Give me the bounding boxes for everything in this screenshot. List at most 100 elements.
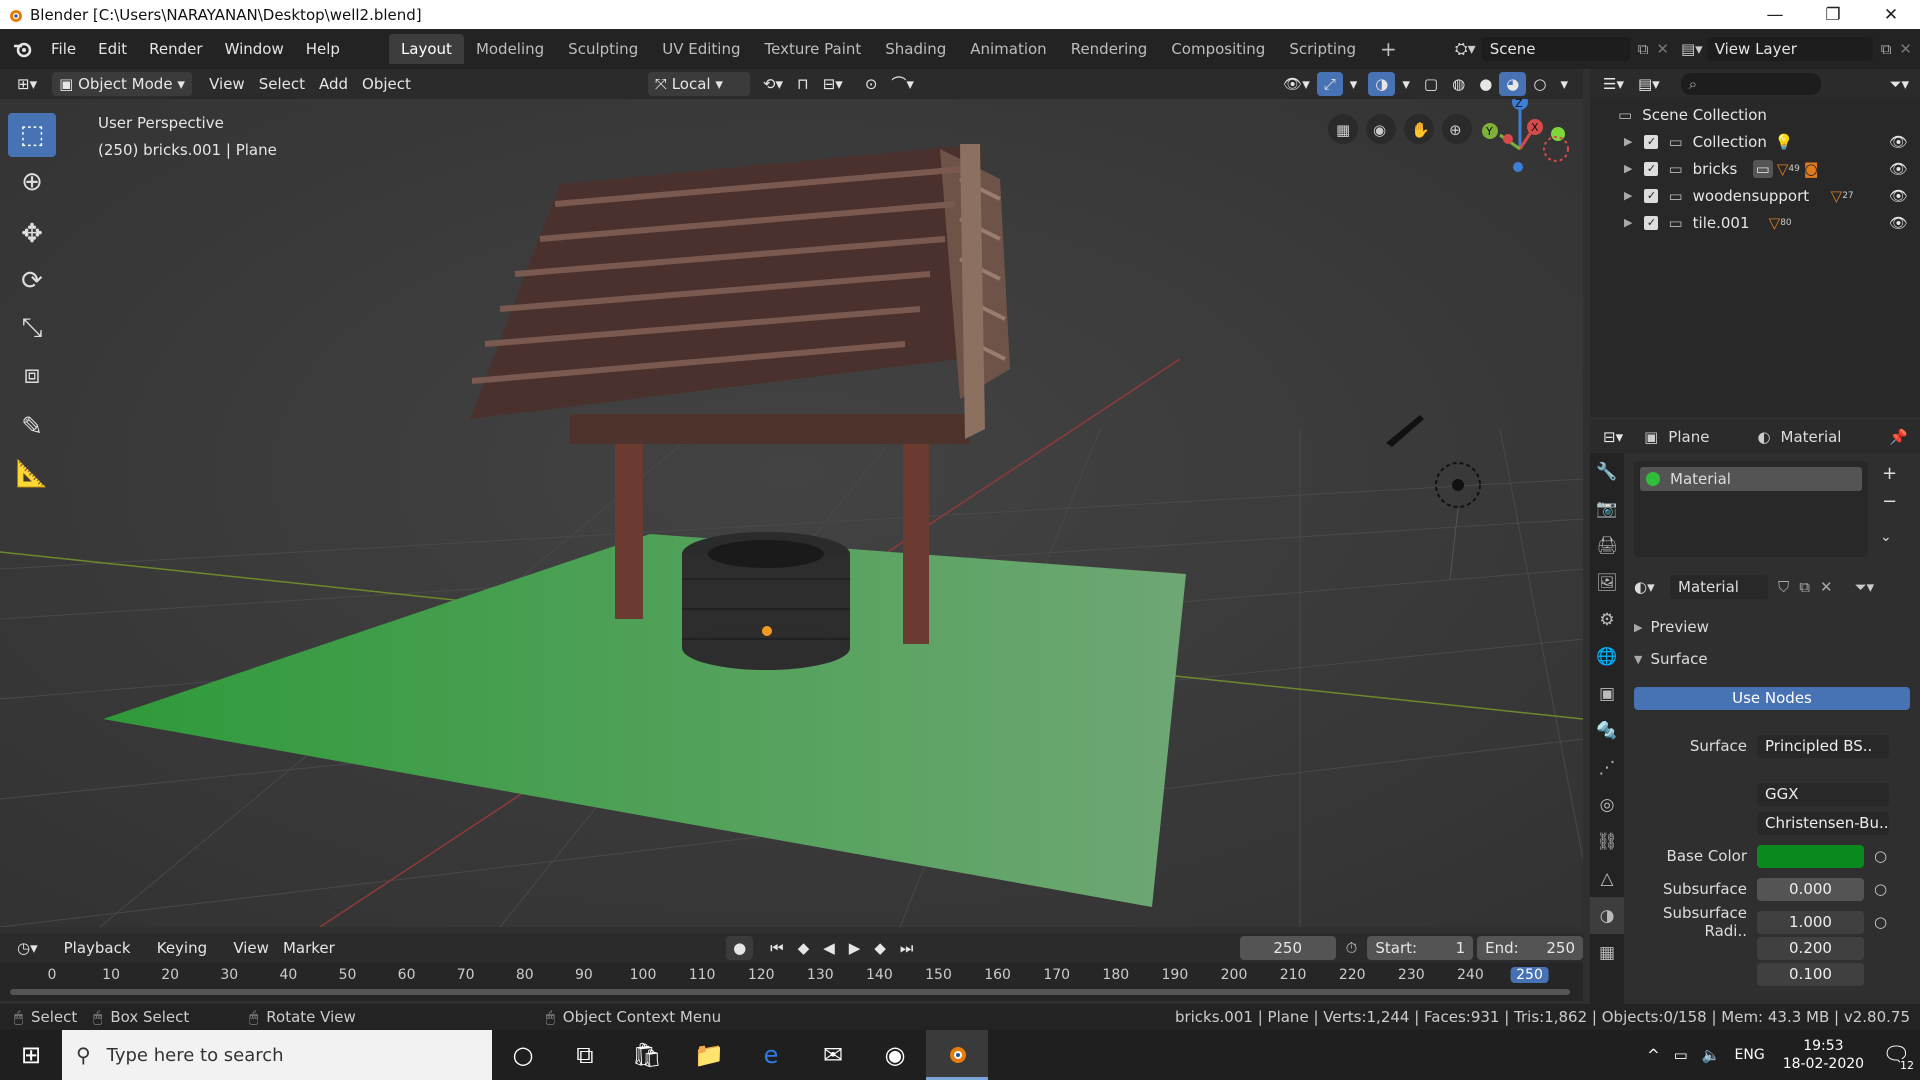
subsurface-radius-z[interactable]: 0.100 <box>1757 962 1864 986</box>
annotate-tool-icon[interactable]: ✎ <box>8 405 56 449</box>
new-view-layer-icon[interactable]: ⧉ <box>1881 40 1892 58</box>
properties-editor-type-icon[interactable]: ⊟▾ <box>1596 425 1630 449</box>
material-slot-item[interactable]: Material <box>1640 467 1862 491</box>
output-tab-icon[interactable]: 🖨 <box>1590 527 1624 564</box>
object-mode-dropdown[interactable]: ▣ Object Mode ▾ <box>52 72 193 96</box>
slot-specials-icon[interactable]: ⌄ <box>1880 529 1892 545</box>
scene-browse-icon[interactable]: ⛭▾ <box>1455 39 1476 59</box>
delete-view-layer-icon[interactable]: ✕ <box>1899 40 1912 58</box>
transform-tool-icon[interactable]: ⧈ <box>8 353 56 397</box>
fake-user-icon[interactable]: ⛉ <box>1778 578 1789 596</box>
unlink-material-icon[interactable]: ✕ <box>1820 578 1833 596</box>
distribution-dropdown[interactable]: GGX <box>1757 782 1889 806</box>
jump-end-icon[interactable]: ⏭ <box>893 936 921 960</box>
use-nodes-button[interactable]: Use Nodes <box>1634 687 1910 710</box>
blender-menu-icon[interactable] <box>12 38 34 60</box>
exclude-checkbox[interactable]: ✓ <box>1644 134 1659 149</box>
exclude-checkbox[interactable]: ✓ <box>1644 215 1659 230</box>
file-explorer-icon[interactable]: 📁 <box>678 1030 740 1080</box>
chrome-icon[interactable]: ◉ <box>864 1030 926 1080</box>
tab-compositing[interactable]: Compositing <box>1159 34 1277 64</box>
timeline-editor-type-icon[interactable]: ◷▾ <box>10 936 45 960</box>
close-button[interactable]: ✕ <box>1862 5 1920 25</box>
battery-icon[interactable]: ▭ <box>1674 1046 1688 1064</box>
material-slot-list[interactable]: Material <box>1634 461 1868 557</box>
outliner-filter-icon[interactable]: ⏷▾ <box>1882 72 1916 96</box>
new-scene-icon[interactable]: ⧉ <box>1638 40 1649 58</box>
record-icon[interactable]: ● <box>726 936 754 960</box>
tab-scripting[interactable]: Scripting <box>1277 34 1368 64</box>
outliner-display-mode-icon[interactable]: ▤▾ <box>1631 72 1667 96</box>
pan-hand-icon[interactable]: ✋ <box>1411 121 1430 139</box>
transform-orientation-dropdown[interactable]: ⤧ Local ▾ <box>647 72 750 96</box>
add-slot-icon[interactable]: + <box>1882 463 1897 484</box>
notification-center-icon[interactable]: 🗨 12 <box>1882 1043 1914 1072</box>
snap-toggle-icon[interactable]: ⊓ <box>790 72 816 96</box>
menu-file[interactable]: File <box>40 35 87 63</box>
world-tab-icon[interactable]: 🌐 <box>1590 638 1624 675</box>
outliner-item-tile-001[interactable]: ▶ ✓ ▭ tile.001 ▽ 80 👁 <box>1590 209 1920 236</box>
proportional-falloff-icon[interactable]: ⌒▾ <box>884 72 921 96</box>
view-layer-field[interactable]: View Layer <box>1706 37 1873 61</box>
mail-icon[interactable]: ✉ <box>802 1030 864 1080</box>
start-frame-field[interactable]: Start: 1 <box>1367 936 1474 960</box>
add-workspace-icon[interactable]: + <box>1368 34 1409 64</box>
menu-playback[interactable]: Playback ▾ <box>57 936 150 981</box>
play-icon[interactable]: ▶ <box>842 936 868 960</box>
material-preview-icon[interactable]: ◕ <box>1499 72 1527 96</box>
overlay-toggle-icon[interactable]: ◑ <box>1368 72 1396 96</box>
menu-add[interactable]: Add <box>312 72 355 96</box>
menu-object[interactable]: Object <box>355 72 418 96</box>
tab-sculpting[interactable]: Sculpting <box>556 34 650 64</box>
texture-tab-icon[interactable]: ▦ <box>1590 934 1624 971</box>
grid-view-icon[interactable]: ▦ <box>1336 121 1350 139</box>
preview-panel-header[interactable]: ▶ Preview <box>1634 614 1920 640</box>
outliner-search-input[interactable]: ⌕ <box>1680 73 1821 95</box>
expand-arrow-icon[interactable]: ▶ <box>1624 135 1632 148</box>
well-bricks[interactable] <box>682 532 850 670</box>
taskbar-search-box[interactable]: ⚲ Type here to search <box>62 1030 492 1080</box>
subsurface-radius-link-icon[interactable]: ○ <box>1874 913 1887 931</box>
jump-keyframe-forward-icon[interactable]: ◆ <box>867 936 893 960</box>
restore-button[interactable]: ❐ <box>1804 5 1862 25</box>
menu-help[interactable]: Help <box>295 35 351 63</box>
menu-view[interactable]: View <box>202 72 252 96</box>
rendered-shading-icon[interactable]: ○ <box>1526 72 1553 96</box>
expand-arrow-icon[interactable]: ▶ <box>1624 216 1632 229</box>
proportional-edit-icon[interactable]: ⊙ <box>858 72 885 96</box>
end-frame-field[interactable]: End: 250 <box>1477 936 1583 960</box>
link-dropdown-icon[interactable]: ⏷▾ <box>1855 578 1875 596</box>
tab-rendering[interactable]: Rendering <box>1059 34 1160 64</box>
tab-uv-editing[interactable]: UV Editing <box>650 34 752 64</box>
outliner-item-woodensupport[interactable]: ▶ ✓ ▭ woodensupport ▽ 27 👁 <box>1590 182 1920 209</box>
scene-field[interactable]: Scene <box>1481 37 1630 61</box>
gizmo-toggle-icon[interactable]: ⤢ <box>1316 72 1343 96</box>
outliner-editor-type-icon[interactable]: ☰▾ <box>1596 72 1631 96</box>
subsurface-radius-x[interactable]: 1.000 <box>1757 910 1864 934</box>
exclude-checkbox[interactable]: ✓ <box>1644 161 1659 176</box>
editor-type-icon[interactable]: ⊞▾ <box>10 72 44 96</box>
language-indicator[interactable]: ENG <box>1735 1047 1765 1063</box>
outliner-scene-collection[interactable]: ▭ Scene Collection <box>1590 101 1920 128</box>
menu-timeline-view[interactable]: View <box>226 936 276 960</box>
object-tab-icon[interactable]: ▣ <box>1590 675 1624 712</box>
tab-modeling[interactable]: Modeling <box>464 34 556 64</box>
subsurface-link-icon[interactable]: ○ <box>1874 880 1887 898</box>
surface-panel-header[interactable]: ▼ Surface <box>1634 646 1920 672</box>
surface-shader-field[interactable]: Principled BS.. <box>1757 734 1889 758</box>
tool-tab-icon[interactable]: 🔧 <box>1590 453 1624 490</box>
minimize-button[interactable]: — <box>1746 5 1804 25</box>
gizmo-dropdown-icon[interactable]: ▾ <box>1343 72 1365 96</box>
3d-viewport[interactable]: User Perspective (250) bricks.001 | Plan… <box>0 99 1583 927</box>
jump-keyframe-back-icon[interactable]: ◆ <box>791 936 817 960</box>
visibility-icon[interactable]: 👁▾ <box>1276 72 1317 96</box>
view-layer-browse-icon[interactable]: ▤▾ <box>1681 40 1703 58</box>
show-hidden-icons[interactable]: ^ <box>1647 1046 1660 1064</box>
visibility-eye-icon[interactable]: 👁 <box>1889 160 1908 178</box>
camera-view-icon[interactable]: ◉ <box>1373 121 1386 139</box>
jump-start-icon[interactable]: ⏮ <box>763 936 791 960</box>
constraints-tab-icon[interactable]: ⛓ <box>1590 823 1624 860</box>
data-tab-icon[interactable]: △ <box>1590 860 1624 897</box>
overlay-dropdown-icon[interactable]: ▾ <box>1395 72 1417 96</box>
shading-dropdown-icon[interactable]: ▾ <box>1553 72 1575 96</box>
